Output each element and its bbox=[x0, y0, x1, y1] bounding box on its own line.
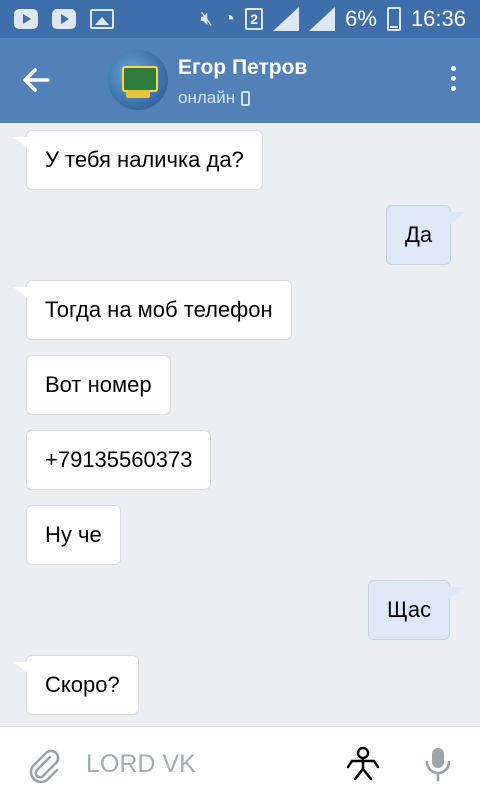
image-icon bbox=[90, 9, 114, 29]
message-bubble-outgoing[interactable]: Щас bbox=[368, 580, 466, 640]
youtube-icon bbox=[52, 9, 76, 29]
battery-icon bbox=[386, 7, 401, 31]
attachment-icon[interactable] bbox=[26, 747, 62, 783]
avatar[interactable] bbox=[108, 50, 168, 110]
message-bubble-incoming[interactable]: У тебя наличка да? bbox=[13, 130, 263, 190]
message-composer bbox=[0, 726, 480, 800]
contact-name[interactable]: Егор Петров bbox=[178, 56, 307, 80]
online-status-label: онлайн bbox=[178, 88, 236, 107]
signal-icon bbox=[273, 7, 300, 31]
battery-percent: 6% bbox=[345, 6, 377, 31]
back-arrow-icon[interactable] bbox=[20, 64, 52, 96]
status-bar: 🔇︎ ◔ 2 6% 16:36 bbox=[0, 0, 480, 38]
wifi-icon: ◔ bbox=[223, 7, 236, 30]
signal-icon bbox=[309, 7, 336, 31]
message-list[interactable]: У тебя наличка да? Да Тогда на моб телеф… bbox=[0, 123, 480, 726]
mute-icon: 🔇︎ bbox=[200, 7, 214, 30]
online-status: онлайн bbox=[178, 88, 251, 108]
message-input[interactable] bbox=[86, 747, 326, 781]
message-bubble-incoming[interactable]: Ну че bbox=[26, 505, 121, 565]
sim-icon: 2 bbox=[245, 8, 264, 30]
chat-header: Егор Петров онлайн bbox=[0, 38, 480, 123]
message-bubble-incoming[interactable]: +79135560373 bbox=[26, 430, 212, 490]
message-bubble-incoming[interactable]: Вот номер bbox=[26, 355, 171, 415]
message-bubble-outgoing[interactable]: Да bbox=[386, 205, 467, 265]
message-bubble-incoming[interactable]: Скоро? bbox=[13, 655, 139, 715]
message-bubble-incoming[interactable]: Тогда на моб телефон bbox=[13, 280, 292, 340]
sticker-icon[interactable] bbox=[344, 745, 382, 783]
microphone-icon[interactable] bbox=[424, 745, 452, 783]
mobile-phone-icon bbox=[241, 90, 251, 106]
youtube-icon bbox=[14, 9, 38, 29]
more-options-icon[interactable] bbox=[448, 66, 458, 96]
clock: 16:36 bbox=[410, 6, 466, 31]
